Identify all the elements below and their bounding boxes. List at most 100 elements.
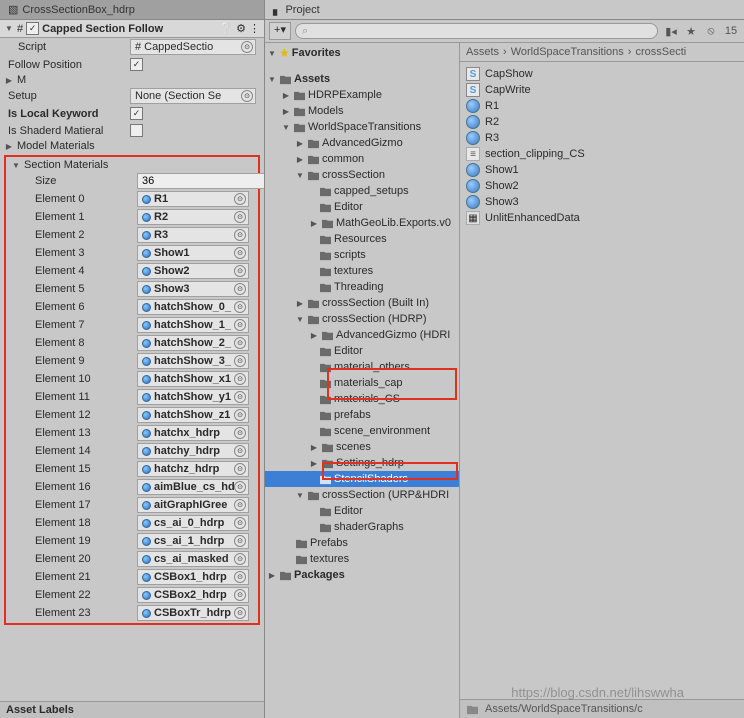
tree-item[interactable]: ▶crossSection (Built In) bbox=[265, 295, 459, 311]
tree-item[interactable]: Editor bbox=[265, 343, 459, 359]
element-object-field[interactable]: hatchShow_3_ ⊙ bbox=[137, 353, 249, 369]
tree-item[interactable]: prefabs bbox=[265, 407, 459, 423]
asset-item[interactable]: SCapWrite bbox=[464, 82, 740, 98]
picker-icon[interactable]: ⊙ bbox=[234, 211, 246, 223]
tree-item[interactable]: ▶scenes bbox=[265, 439, 459, 455]
tree-item[interactable]: Threading bbox=[265, 279, 459, 295]
element-object-field[interactable]: R3 ⊙ bbox=[137, 227, 249, 243]
element-object-field[interactable]: hatchz_hdrp ⊙ bbox=[137, 461, 249, 477]
tree-item[interactable]: ▼WorldSpaceTransitions bbox=[265, 119, 459, 135]
assets-root[interactable]: ▼Assets bbox=[265, 71, 459, 87]
element-object-field[interactable]: Show2 ⊙ bbox=[137, 263, 249, 279]
asset-item[interactable]: R2 bbox=[464, 114, 740, 130]
favorites-root[interactable]: ▼★ Favorites bbox=[265, 45, 459, 61]
tree-item[interactable]: Prefabs bbox=[265, 535, 459, 551]
project-tab[interactable]: ▖ Project bbox=[265, 0, 744, 20]
picker-icon[interactable]: ⊙ bbox=[234, 391, 246, 403]
setup-field[interactable]: None (Section Se ⊙ bbox=[130, 88, 256, 104]
script-field[interactable]: # CappedSectio ⊙ bbox=[130, 39, 256, 55]
tree-item[interactable]: textures bbox=[265, 551, 459, 567]
expand-arrow-icon[interactable]: ▼ bbox=[11, 161, 21, 170]
picker-icon[interactable]: ⊙ bbox=[234, 283, 246, 295]
expand-arrow-icon[interactable]: ▼ bbox=[4, 24, 14, 33]
element-object-field[interactable]: hatchShow_z1 ⊙ bbox=[137, 407, 249, 423]
preset-icon[interactable]: ⚙ bbox=[236, 22, 246, 35]
tree-item[interactable]: materials_cap bbox=[265, 375, 459, 391]
asset-item[interactable]: ≡section_clipping_CS bbox=[464, 146, 740, 162]
element-object-field[interactable]: CSBoxTr_hdrp ⊙ bbox=[137, 605, 249, 621]
element-object-field[interactable]: hatchShow_x1 ⊙ bbox=[137, 371, 249, 387]
picker-icon[interactable]: ⊙ bbox=[234, 247, 246, 259]
element-object-field[interactable]: aimBlue_cs_hd ⊙ bbox=[137, 479, 249, 495]
component-header[interactable]: ▼ # Capped Section Follow ❔ ⚙ ⋮ bbox=[0, 20, 264, 38]
filter-icon[interactable]: ▮◂ bbox=[662, 25, 680, 38]
tree-item[interactable]: Resources bbox=[265, 231, 459, 247]
tree-item[interactable]: ▶AdvancedGizmo bbox=[265, 135, 459, 151]
element-object-field[interactable]: cs_ai_1_hdrp ⊙ bbox=[137, 533, 249, 549]
picker-icon[interactable]: ⊙ bbox=[241, 90, 253, 102]
picker-icon[interactable]: ⊙ bbox=[234, 301, 246, 313]
tree-item[interactable]: ▼crossSection (URP&HDRI bbox=[265, 487, 459, 503]
packages-root[interactable]: ▶Packages bbox=[265, 567, 459, 583]
picker-icon[interactable]: ⊙ bbox=[234, 553, 246, 565]
is-local-keyword-checkbox[interactable] bbox=[130, 107, 143, 120]
picker-icon[interactable]: ⊙ bbox=[234, 355, 246, 367]
asset-item[interactable]: ▦UnlitEnhancedData bbox=[464, 210, 740, 226]
is-shaderd-material-checkbox[interactable] bbox=[130, 124, 143, 137]
element-object-field[interactable]: hatchShow_y1 ⊙ bbox=[137, 389, 249, 405]
element-object-field[interactable]: aitGraphIGree ⊙ bbox=[137, 497, 249, 513]
picker-icon[interactable]: ⊙ bbox=[234, 463, 246, 475]
element-object-field[interactable]: hatchShow_2_ ⊙ bbox=[137, 335, 249, 351]
collapse-arrow-icon[interactable]: ▶ bbox=[4, 76, 14, 85]
element-object-field[interactable]: cs_ai_0_hdrp ⊙ bbox=[137, 515, 249, 531]
picker-icon[interactable]: ⊙ bbox=[234, 607, 246, 619]
picker-icon[interactable]: ⊙ bbox=[241, 41, 253, 53]
picker-icon[interactable]: ⊙ bbox=[234, 193, 246, 205]
favorite-icon[interactable]: ★ bbox=[682, 25, 700, 38]
picker-icon[interactable]: ⊙ bbox=[234, 265, 246, 277]
tree-item[interactable]: textures bbox=[265, 263, 459, 279]
element-object-field[interactable]: hatchy_hdrp ⊙ bbox=[137, 443, 249, 459]
inspector-tab[interactable]: ▧ CrossSectionBox_hdrp bbox=[0, 0, 264, 20]
tree-item[interactable]: ▶HDRPExample bbox=[265, 87, 459, 103]
picker-icon[interactable]: ⊙ bbox=[234, 373, 246, 385]
size-input[interactable] bbox=[137, 173, 264, 189]
tree-item[interactable]: ▶AdvancedGizmo (HDRI bbox=[265, 327, 459, 343]
element-object-field[interactable]: hatchShow_1_ ⊙ bbox=[137, 317, 249, 333]
tree-item[interactable]: Editor bbox=[265, 503, 459, 519]
element-object-field[interactable]: CSBox2_hdrp ⊙ bbox=[137, 587, 249, 603]
tree-item[interactable]: Editor bbox=[265, 199, 459, 215]
breadcrumb[interactable]: Assets› WorldSpaceTransitions› crossSect… bbox=[460, 43, 744, 62]
picker-icon[interactable]: ⊙ bbox=[234, 445, 246, 457]
tree-item[interactable]: ▼crossSection bbox=[265, 167, 459, 183]
picker-icon[interactable]: ⊙ bbox=[234, 535, 246, 547]
tree-item[interactable]: ▶common bbox=[265, 151, 459, 167]
create-button[interactable]: +▾ bbox=[269, 22, 291, 40]
picker-icon[interactable]: ⊙ bbox=[234, 499, 246, 511]
picker-icon[interactable]: ⊙ bbox=[234, 409, 246, 421]
element-object-field[interactable]: cs_ai_masked ⊙ bbox=[137, 551, 249, 567]
element-object-field[interactable]: R2 ⊙ bbox=[137, 209, 249, 225]
picker-icon[interactable]: ⊙ bbox=[234, 229, 246, 241]
picker-icon[interactable]: ⊙ bbox=[234, 571, 246, 583]
element-object-field[interactable]: R1 ⊙ bbox=[137, 191, 249, 207]
help-icon[interactable]: ❔ bbox=[219, 22, 233, 35]
breadcrumb-item[interactable]: WorldSpaceTransitions bbox=[511, 46, 624, 58]
breadcrumb-item[interactable]: Assets bbox=[466, 46, 499, 58]
picker-icon[interactable]: ⊙ bbox=[234, 589, 246, 601]
tree-item[interactable]: ▶Settings_hdrp bbox=[265, 455, 459, 471]
asset-item[interactable]: R1 bbox=[464, 98, 740, 114]
picker-icon[interactable]: ⊙ bbox=[234, 481, 246, 493]
picker-icon[interactable]: ⊙ bbox=[234, 319, 246, 331]
picker-icon[interactable]: ⊙ bbox=[234, 427, 246, 439]
breadcrumb-item[interactable]: crossSecti bbox=[635, 46, 686, 58]
tree-item[interactable]: scripts bbox=[265, 247, 459, 263]
picker-icon[interactable]: ⊙ bbox=[234, 337, 246, 349]
collapse-arrow-icon[interactable]: ▶ bbox=[4, 142, 14, 151]
follow-position-checkbox[interactable] bbox=[130, 58, 143, 71]
tree-item[interactable]: scene_environment bbox=[265, 423, 459, 439]
tree-item[interactable]: ▶Models bbox=[265, 103, 459, 119]
tree-item[interactable]: material_others bbox=[265, 359, 459, 375]
asset-item[interactable]: Show1 bbox=[464, 162, 740, 178]
asset-item[interactable]: Show3 bbox=[464, 194, 740, 210]
